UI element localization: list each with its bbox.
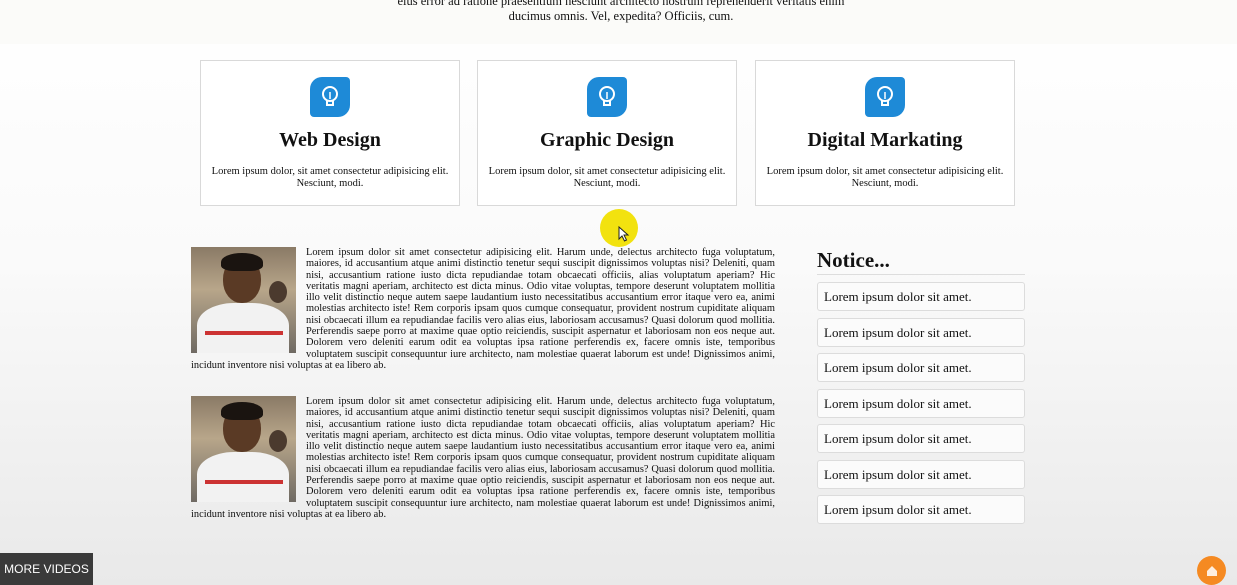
notice-item[interactable]: Lorem ipsum dolor sit amet.	[817, 424, 1025, 453]
lightbulb-icon	[310, 77, 350, 117]
divider	[817, 274, 1025, 275]
notice-item[interactable]: Lorem ipsum dolor sit amet.	[817, 353, 1025, 382]
author-photo	[191, 396, 296, 502]
notice-item[interactable]: Lorem ipsum dolor sit amet.	[817, 388, 1025, 418]
lightbulb-icon	[587, 77, 627, 117]
channel-badge-icon[interactable]	[1197, 556, 1226, 585]
more-videos-button[interactable]: MORE VIDEOS	[0, 553, 93, 585]
mouse-cursor-icon	[618, 226, 630, 242]
article-block: Lorem ipsum dolor sit amet consectetur a…	[191, 396, 775, 520]
intro-paragraph: eius error ad ratione praesentium nesciu…	[397, 0, 845, 23]
lightbulb-icon	[865, 77, 905, 117]
notice-heading: Notice...	[817, 248, 890, 272]
service-description: Lorem ipsum dolor, sit amet consectetur …	[766, 166, 1004, 189]
notice-list: Lorem ipsum dolor sit amet. Lorem ipsum …	[817, 282, 1025, 531]
service-title: Web Design	[279, 129, 381, 151]
service-description: Lorem ipsum dolor, sit amet consectetur …	[211, 166, 449, 189]
notice-item[interactable]: Lorem ipsum dolor sit amet.	[817, 459, 1025, 489]
service-card-web-design: Web Design Lorem ipsum dolor, sit amet c…	[200, 60, 460, 206]
notice-item[interactable]: Lorem ipsum dolor sit amet.	[817, 317, 1025, 347]
service-title: Graphic Design	[540, 129, 674, 151]
service-card-graphic-design: Graphic Design Lorem ipsum dolor, sit am…	[477, 60, 737, 206]
author-photo	[191, 247, 296, 353]
notice-item[interactable]: Lorem ipsum dolor sit amet.	[817, 282, 1025, 311]
service-title: Digital Markating	[807, 129, 963, 151]
article-block: Lorem ipsum dolor sit amet consectetur a…	[191, 247, 775, 371]
service-card-digital-marketing: Digital Markating Lorem ipsum dolor, sit…	[755, 60, 1015, 206]
notice-item[interactable]: Lorem ipsum dolor sit amet.	[817, 495, 1025, 524]
service-description: Lorem ipsum dolor, sit amet consectetur …	[488, 166, 726, 189]
